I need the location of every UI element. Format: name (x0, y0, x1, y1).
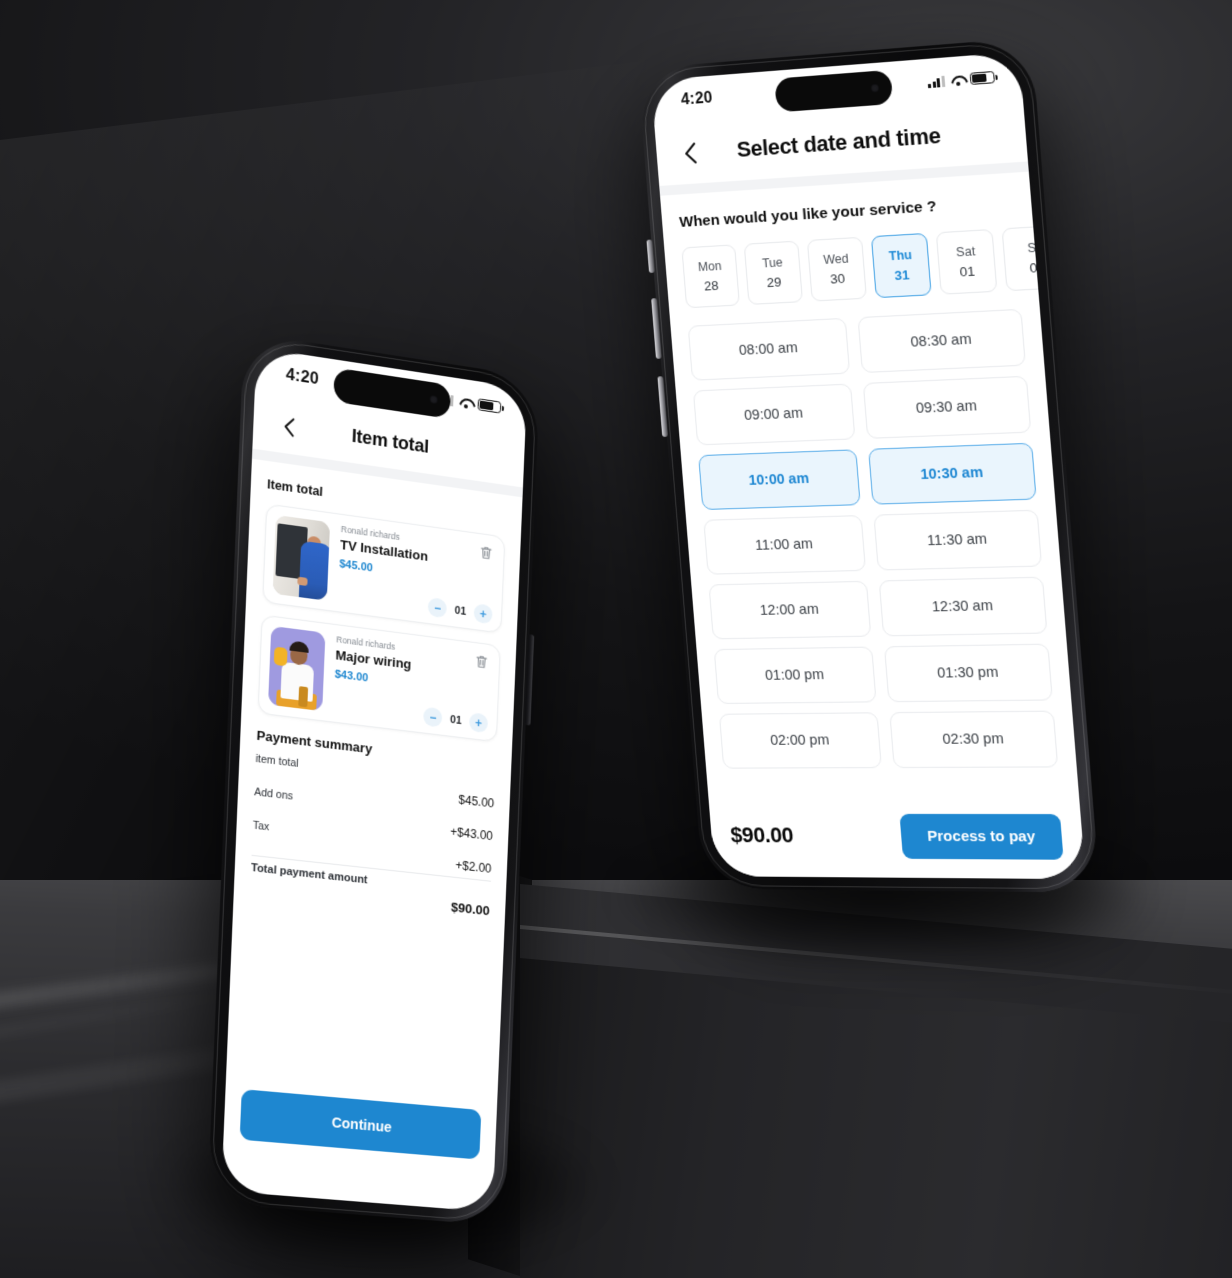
phone-mockup-cart: 4:20 Item total Item total Ronald richar… (207, 332, 541, 1227)
total-payment-value: $90.00 (450, 899, 490, 919)
day-name: Thu (888, 247, 913, 264)
time-slot-7[interactable]: 11:30 am (873, 509, 1043, 571)
day-chip-1[interactable]: Tue 29 (743, 240, 804, 305)
time-slot-12[interactable]: 02:00 pm (718, 712, 882, 769)
continue-button-wrap: Continue (223, 1088, 496, 1161)
cart-item-list: Ronald richards TV Installation $45.00−01 +… (257, 503, 506, 743)
day-name: Wed (822, 251, 850, 267)
time-slot-3[interactable]: 09:30 am (862, 375, 1032, 439)
day-number: 29 (766, 274, 782, 291)
day-name: Mon (697, 259, 722, 275)
front-camera-icon (429, 394, 438, 405)
trash-icon[interactable] (477, 543, 495, 563)
time-slot-13[interactable]: 02:30 pm (889, 710, 1059, 769)
order-total: $90.00 (729, 822, 795, 848)
schedule-question: When would you like your service ? (678, 197, 938, 231)
decrement-button[interactable]: − (423, 706, 443, 728)
schedule-screen: 4:20 Select date and time When would you… (650, 51, 1086, 880)
back-button[interactable] (275, 411, 302, 441)
chevron-left-icon (683, 142, 697, 164)
cart-screen: 4:20 Item total Item total Ronald richar… (221, 347, 528, 1213)
back-button[interactable] (677, 140, 704, 167)
summary-value: +$43.00 (450, 824, 494, 844)
wifi-icon (458, 396, 473, 409)
increment-button[interactable]: + (468, 712, 489, 734)
day-number: 0 (1028, 260, 1038, 276)
status-bar-time: 4:20 (680, 89, 714, 109)
continue-button[interactable]: Continue (239, 1089, 482, 1160)
cart-item-card[interactable]: Ronald richards Major wiring $43.00−01 + (257, 614, 501, 743)
day-chip-3[interactable]: Thu 31 (870, 232, 932, 299)
cart-item-info: Ronald richards TV Installation $45.00−01 + (338, 524, 495, 625)
summary-label: item total (255, 752, 299, 770)
tv-installation-photo (272, 514, 331, 601)
decrement-button[interactable]: − (427, 597, 448, 619)
time-slot-1[interactable]: 08:30 am (857, 308, 1026, 374)
summary-value: +$2.00 (455, 858, 492, 876)
cart-item-info: Ronald richards Major wiring $43.00−01 + (333, 634, 491, 734)
quantity-value: 01 (454, 604, 467, 618)
quantity-stepper[interactable]: −01 + (423, 706, 489, 734)
time-slot-4[interactable]: 10:00 am (698, 449, 861, 511)
day-number: 30 (829, 270, 846, 287)
cellular-bars-icon (927, 75, 946, 88)
time-slot-11[interactable]: 01:30 pm (883, 643, 1053, 703)
chevron-left-icon (283, 416, 295, 437)
day-number: 01 (959, 263, 976, 280)
day-number: 28 (703, 277, 720, 294)
quantity-value: 01 (449, 713, 462, 727)
day-name: S (1027, 240, 1037, 256)
time-slot-9[interactable]: 12:30 am (878, 576, 1048, 637)
summary-label: Tax (252, 819, 270, 834)
day-name: Sat (955, 244, 976, 260)
trash-icon[interactable] (472, 652, 490, 672)
time-slot-2[interactable]: 09:00 am (692, 383, 856, 446)
process-to-pay-button[interactable]: Process to pay (899, 813, 1064, 860)
schedule-pay-bar: $90.00 Process to pay (708, 799, 1086, 880)
cart-item-card[interactable]: Ronald richards TV Installation $45.00−01 + (262, 503, 506, 634)
quantity-stepper[interactable]: −01 + (427, 597, 493, 625)
time-slot-10[interactable]: 01:00 pm (713, 646, 877, 704)
time-slot-0[interactable]: 08:00 am (687, 317, 851, 381)
front-camera-icon (870, 83, 880, 93)
day-name: Tue (761, 255, 784, 271)
wifi-icon (949, 74, 965, 86)
day-number: 31 (893, 267, 911, 284)
time-slot-6[interactable]: 11:00 am (703, 515, 867, 575)
time-slot-grid[interactable]: 08:00 am 08:30 am 09:00 am 09:30 am 10:00 am… (687, 308, 1059, 769)
time-slot-5[interactable]: 10:30 am (868, 442, 1037, 505)
day-chip-4[interactable]: Sat 01 (935, 228, 998, 295)
page-title: Select date and time (735, 122, 942, 162)
summary-value: $45.00 (458, 792, 495, 811)
day-chip-0[interactable]: Mon 28 (681, 244, 740, 309)
increment-button[interactable]: + (473, 603, 493, 625)
cart-body: Item total Ronald richards TV Installatio… (234, 459, 523, 922)
battery-icon (477, 398, 502, 414)
schedule-body: When would you like your service ? Mon 28… (660, 172, 1077, 769)
electrician-photo (268, 625, 326, 712)
status-bar-icons (927, 70, 995, 88)
day-selector[interactable]: Mon 28 Tue 29 Wed 30 Thu 31 Sat 01 S 0 (681, 224, 1065, 309)
status-bar-time: 4:20 (285, 366, 320, 389)
time-slot-8[interactable]: 12:00 am (708, 580, 872, 640)
dynamic-island (774, 69, 894, 113)
battery-icon (969, 70, 995, 85)
day-chip-2[interactable]: Wed 30 (806, 236, 867, 302)
phone-mockup-schedule: 4:20 Select date and time When would you… (637, 37, 1101, 893)
